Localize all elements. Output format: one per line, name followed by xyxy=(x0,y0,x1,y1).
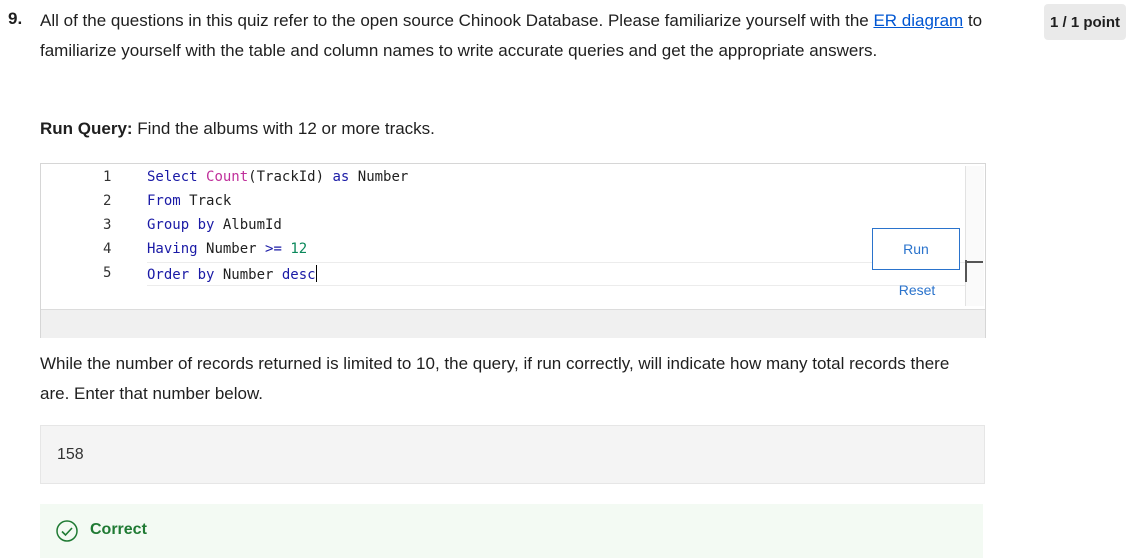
question-prompt: All of the questions in this quiz refer … xyxy=(40,6,990,66)
code-line[interactable]: Having Number >= 12 xyxy=(147,241,307,257)
instructions-text: While the number of records returned is … xyxy=(40,354,950,403)
code-token: Number xyxy=(357,169,409,185)
line-number: 2 xyxy=(103,193,112,209)
code-token: desc xyxy=(281,267,316,283)
answer-value[interactable]: 158 xyxy=(57,446,84,464)
scrollbar-marker-tick xyxy=(967,261,983,263)
code-token: Count xyxy=(206,169,249,185)
code-area[interactable]: 1 2 3 4 5 Select Count(TrackId) as Numbe… xyxy=(43,166,965,306)
editor-scrollbar[interactable] xyxy=(965,166,984,306)
code-line[interactable]: From Track xyxy=(147,193,231,209)
answer-input[interactable]: 158 xyxy=(40,425,985,484)
run-query-label: Run Query: xyxy=(40,119,133,138)
question-number: 9. xyxy=(8,9,23,28)
line-number: 5 xyxy=(103,265,112,281)
run-query-instruction: Run Query: Find the albums with 12 or mo… xyxy=(40,116,435,142)
editor-output-area xyxy=(41,309,985,338)
code-token: (TrackId) xyxy=(248,169,333,185)
code-token: Select xyxy=(147,169,207,185)
prompt-text: All of the questions in this quiz refer … xyxy=(40,11,874,30)
run-button[interactable]: Run xyxy=(872,228,960,270)
code-token: Having xyxy=(147,241,207,257)
code-token: >= xyxy=(265,241,291,257)
code-line[interactable]: Group by AlbumId xyxy=(147,217,282,233)
code-token: From xyxy=(147,193,190,209)
code-token: as xyxy=(332,169,358,185)
code-line[interactable]: Select Count(TrackId) as Number xyxy=(147,169,408,185)
feedback-panel: Correct xyxy=(40,504,983,558)
correct-label: Correct xyxy=(90,521,147,538)
code-token: 12 xyxy=(290,241,308,257)
line-number: 1 xyxy=(103,169,112,185)
line-number: 3 xyxy=(103,217,112,233)
code-token: Number xyxy=(222,267,282,283)
line-number: 4 xyxy=(103,241,112,257)
code-token: Group by xyxy=(147,217,223,233)
er-diagram-link[interactable]: ER diagram xyxy=(873,11,963,30)
reset-button[interactable]: Reset xyxy=(893,282,941,302)
code-token: Track xyxy=(189,193,232,209)
points-badge: 1 / 1 point xyxy=(1044,4,1126,40)
scrollbar-marker xyxy=(965,260,967,282)
code-token: Number xyxy=(206,241,266,257)
text-caret xyxy=(315,265,317,282)
check-circle-icon xyxy=(56,520,78,542)
sql-editor: 1 2 3 4 5 Select Count(TrackId) as Numbe… xyxy=(40,163,986,338)
run-query-text: Find the albums with 12 or more tracks. xyxy=(132,119,435,138)
code-token: AlbumId xyxy=(222,217,282,233)
code-token: Order by xyxy=(147,267,223,283)
code-line[interactable]: Order by Number desc xyxy=(147,265,317,283)
